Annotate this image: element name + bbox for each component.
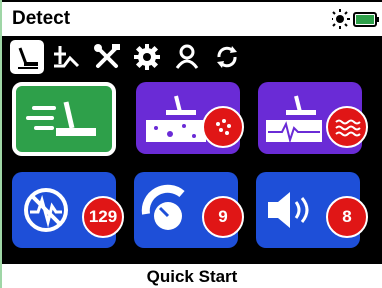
- tab-settings[interactable]: [130, 40, 164, 74]
- edge-accent: [0, 0, 2, 288]
- ground-type-badge: [202, 106, 244, 148]
- status-area: [332, 8, 382, 30]
- wave-lines-icon: [335, 119, 361, 137]
- coil-sweep-icon: [26, 101, 96, 136]
- volume-value: 8: [326, 196, 368, 238]
- settings-icon: [134, 44, 160, 70]
- tab-detect[interactable]: [10, 40, 44, 74]
- tile-quick-start[interactable]: [12, 82, 116, 156]
- sensitivity-value: 9: [202, 196, 244, 238]
- selected-tile-label: Quick Start: [146, 267, 238, 286]
- tab-ground-balance[interactable]: [50, 40, 84, 74]
- tools-icon: [94, 44, 120, 68]
- soil-noise-badge: [326, 106, 368, 148]
- brightness-icon: [332, 9, 350, 29]
- mode-tabs: [10, 40, 250, 76]
- user-icon: [175, 44, 199, 69]
- ground-balance-icon: [54, 46, 80, 68]
- battery-icon: [353, 12, 379, 27]
- tab-user[interactable]: [170, 40, 204, 74]
- mineral-dots-icon: [216, 119, 231, 135]
- page-title: Detect: [12, 8, 71, 29]
- sync-icon: [217, 46, 237, 68]
- tab-sync[interactable]: [210, 40, 244, 74]
- tab-tools[interactable]: [90, 40, 124, 74]
- noise-cancel-value: 129: [82, 196, 124, 238]
- footer-bar: Quick Start: [2, 264, 382, 288]
- header-bar: Detect: [2, 2, 382, 36]
- screen: Detect 129 9 8 Quick Start: [0, 0, 382, 288]
